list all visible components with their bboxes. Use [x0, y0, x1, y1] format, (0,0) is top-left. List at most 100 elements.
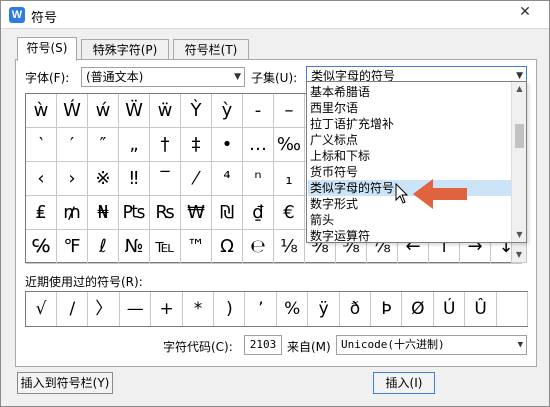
dropdown-scrollbar[interactable]: ▲ ▼ [511, 82, 526, 242]
symbol-cell[interactable]: ℉ [57, 230, 88, 264]
symbol-cell[interactable]: ℡ [150, 230, 181, 264]
symbol-cell[interactable]: ℓ [88, 230, 119, 264]
recent-label: 近期使用过的符号(R): [25, 275, 143, 289]
scroll-down-icon[interactable]: ▼ [512, 248, 526, 262]
subset-option[interactable]: 货币符号 [308, 164, 511, 180]
symbol-cell[interactable]: ₩ [181, 196, 212, 230]
symbol-cell[interactable]: ⁴ [212, 162, 243, 196]
recent-symbol-cell[interactable]: ’ [246, 292, 277, 326]
recent-symbol-cell[interactable]: Ú [434, 292, 466, 326]
subset-option[interactable]: 广义标点 [308, 132, 511, 148]
char-code-input[interactable]: 2103 [244, 335, 282, 355]
symbol-cell[interactable]: ‐ [243, 94, 274, 128]
subset-option[interactable]: 基本希腊语 [308, 84, 511, 100]
symbol-cell[interactable]: ‡ [181, 128, 212, 162]
dropdown-scroll-thumb[interactable] [515, 124, 524, 148]
recent-symbol-cell[interactable]: ð [340, 292, 371, 326]
scroll-up-icon[interactable]: ▲ [512, 82, 526, 96]
recent-symbol-cell[interactable]: √ [26, 292, 57, 326]
symbol-cell[interactable]: ‼ [119, 162, 150, 196]
symbol-cell[interactable]: ™ [181, 230, 212, 264]
encoding-select-value: Unicode(十六进制) [341, 338, 445, 351]
symbol-dialog: W 符号 ✕ 符号(S) 特殊字符(P) 符号栏(T) 字体(F): (普通文本… [0, 0, 550, 407]
recent-symbol-cell[interactable]: Û [466, 292, 497, 326]
symbol-cell[interactable]: ỳ [212, 94, 243, 128]
insert-to-bar-button[interactable]: 插入到符号栏(Y) [17, 372, 113, 394]
subset-option[interactable]: 上标和下标 [308, 148, 511, 164]
symbol-cell[interactable]: € [274, 196, 305, 230]
from-label: 来自(M) [287, 340, 331, 354]
tab-special-chars[interactable]: 特殊字符(P) [81, 39, 169, 61]
symbol-cell[interactable]: ₧ [119, 196, 150, 230]
subset-option[interactable]: 西里尔语 [308, 100, 511, 116]
scroll-down-icon[interactable]: ▼ [512, 228, 526, 242]
symbol-cell[interactable]: Ẃ [57, 94, 88, 128]
chevron-down-icon: ▼ [234, 72, 241, 82]
subset-dropdown-list[interactable]: ▲ ▼ 基本希腊语 西里尔语 拉丁语扩充增补 广义标点 上标和下标 货币符号 类似字母的符号… [306, 81, 527, 243]
symbol-cell[interactable]: ₤ [26, 196, 57, 230]
symbol-cell[interactable]: – [274, 94, 305, 128]
symbol-cell[interactable]: ※ [88, 162, 119, 196]
symbol-cell[interactable]: ⁄ [181, 162, 212, 196]
recent-symbol-cell[interactable]: ) [214, 292, 246, 326]
char-code-label: 字符代码(C): [163, 340, 233, 354]
recent-symbol-cell[interactable]: 〉 [89, 292, 120, 326]
recent-symbol-cell[interactable]: Þ [371, 292, 403, 326]
symbol-cell[interactable]: ⅛ [274, 230, 305, 264]
symbol-cell[interactable]: ℮ [243, 230, 274, 264]
recent-symbol-cell[interactable]: / [57, 292, 89, 326]
symbol-cell[interactable]: Ω [212, 230, 243, 264]
symbol-cell[interactable]: ₥ [57, 196, 88, 230]
subset-option[interactable]: 数字运算符 [308, 228, 511, 242]
subset-option[interactable]: 类似字母的符号 [308, 180, 511, 196]
symbol-cell[interactable]: ‰ [274, 128, 305, 162]
symbol-cell[interactable]: ‹ [26, 162, 57, 196]
symbol-cell[interactable]: ‾ [150, 162, 181, 196]
subset-label: 子集(U): [251, 71, 298, 85]
symbol-cell[interactable]: • [212, 128, 243, 162]
symbol-cell[interactable]: ‵ [26, 128, 57, 162]
symbol-cell[interactable]: ₪ [212, 196, 243, 230]
chevron-down-icon: ▼ [517, 340, 523, 350]
tab-symbol-bar[interactable]: 符号栏(T) [173, 39, 249, 61]
recent-symbol-cell[interactable]: % [277, 292, 309, 326]
font-select-value: (普通文本) [86, 70, 144, 84]
symbol-cell[interactable]: ℅ [26, 230, 57, 264]
subset-option[interactable]: 拉丁语扩充增补 [308, 116, 511, 132]
symbol-cell[interactable]: ẅ [150, 94, 181, 128]
recent-symbol-cell[interactable]: * [183, 292, 214, 326]
window-title: 符号 [31, 11, 58, 26]
symbol-cell[interactable]: № [119, 230, 150, 264]
symbol-cell[interactable]: „ [119, 128, 150, 162]
wps-app-icon: W [9, 7, 25, 23]
subset-option[interactable]: 数字形式 [308, 196, 511, 212]
symbol-cell[interactable]: ′ [57, 128, 88, 162]
symbol-cell[interactable]: ₨ [150, 196, 181, 230]
symbol-cell[interactable]: ₫ [243, 196, 274, 230]
tab-symbols[interactable]: 符号(S) [17, 37, 77, 61]
symbol-cell[interactable]: † [150, 128, 181, 162]
symbol-cell[interactable]: ẃ [88, 94, 119, 128]
symbol-cell[interactable]: ″ [88, 128, 119, 162]
encoding-select[interactable]: Unicode(十六进制) ▼ [336, 335, 527, 355]
close-button[interactable]: ✕ [507, 1, 543, 23]
annotation-arrow-icon [413, 179, 467, 209]
symbol-cell[interactable]: ⁿ [243, 162, 274, 196]
symbol-cell[interactable]: ẁ [26, 94, 57, 128]
symbol-cell[interactable]: … [243, 128, 274, 162]
symbol-cell[interactable]: › [57, 162, 88, 196]
recent-symbol-cell[interactable]: + [152, 292, 183, 326]
recent-symbol-cell[interactable]: Ø [403, 292, 434, 326]
recent-symbols[interactable]: √ / 〉 — + *)’% ÿ ð Þ Ø Ú Û [25, 291, 528, 327]
symbol-cell[interactable]: ₦ [88, 196, 119, 230]
symbol-cell[interactable]: Ẅ [119, 94, 150, 128]
recent-symbol-cell[interactable] [497, 292, 528, 326]
symbol-cell[interactable]: ₁ [274, 162, 305, 196]
insert-button[interactable]: 插入(I) [373, 372, 435, 394]
font-select[interactable]: (普通文本) ▼ [81, 67, 245, 87]
font-label: 字体(F): [25, 71, 70, 85]
symbol-cell[interactable]: Ỳ [181, 94, 212, 128]
recent-symbol-cell[interactable]: — [120, 292, 152, 326]
recent-symbol-cell[interactable]: ÿ [309, 292, 340, 326]
subset-option[interactable]: 箭头 [308, 212, 511, 228]
